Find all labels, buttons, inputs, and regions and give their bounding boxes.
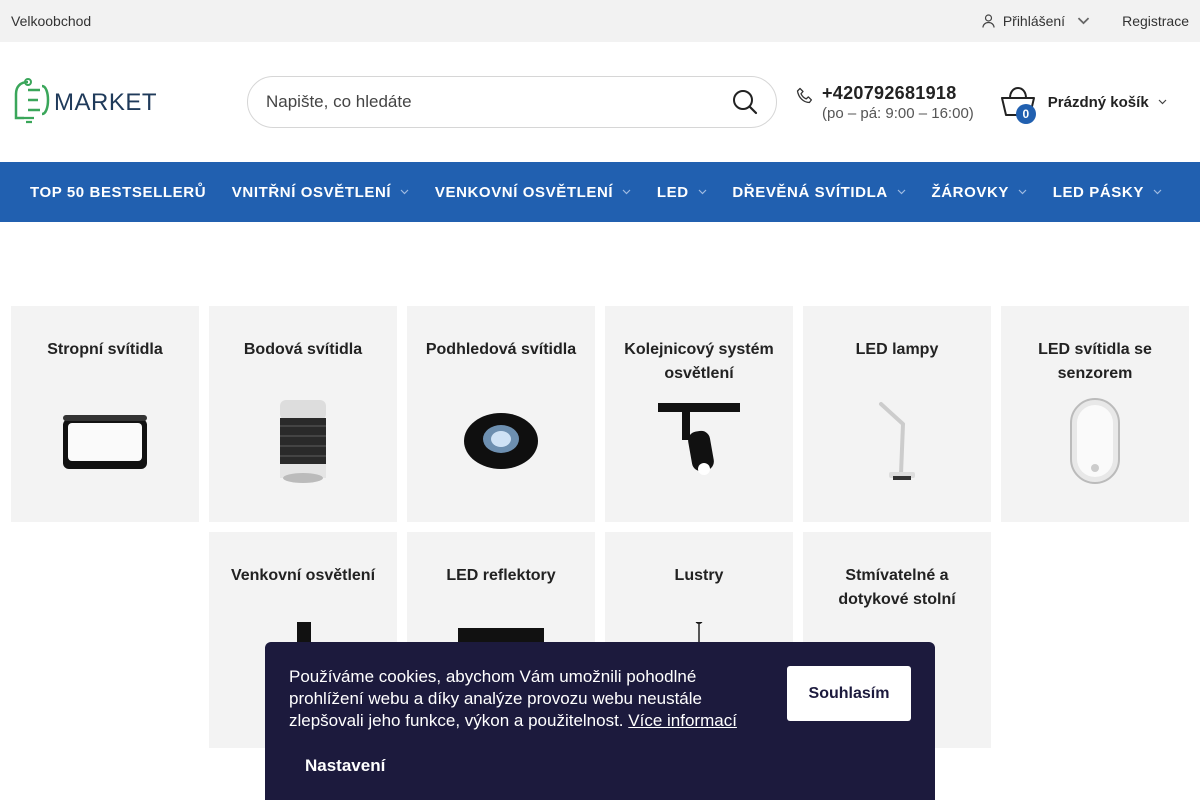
chevron-down-icon xyxy=(1153,189,1162,195)
category-title: Lustry xyxy=(674,567,724,584)
register-link[interactable]: Registrace xyxy=(1122,13,1189,29)
category-card-lamps[interactable]: LED lampy xyxy=(803,306,991,522)
category-title: LED svítidla se senzorem xyxy=(1038,341,1152,382)
cookie-settings-button[interactable]: Nastavení xyxy=(305,756,385,776)
chevron-down-icon xyxy=(400,189,409,195)
user-icon xyxy=(982,14,995,28)
category-title: Venkovní osvětlení xyxy=(230,567,376,584)
header: MARKET +420792681918 (po – pá: 9:00 – 16… xyxy=(0,42,1200,162)
nav-label: ŽÁROVKY xyxy=(931,183,1010,201)
category-title: LED lampy xyxy=(855,341,939,358)
chevron-down-icon xyxy=(897,189,906,195)
more-info-link[interactable]: Více informací xyxy=(628,711,737,730)
category-title: LED reflektory xyxy=(446,567,556,584)
nav-label: LED xyxy=(656,183,689,201)
sensor-light-icon xyxy=(1045,396,1145,486)
category-title: Kolejnicový systém osvětlení xyxy=(624,341,774,382)
nav-item-bulbs[interactable]: ŽÁROVKY xyxy=(931,184,1027,201)
chevron-down-icon xyxy=(622,189,631,195)
login-label: Přihlášení xyxy=(1002,13,1066,29)
svg-text:MARKET: MARKET xyxy=(54,89,157,116)
nav-item-top50[interactable]: TOP 50 BESTSELLERŮ xyxy=(30,184,206,201)
desk-lamp-icon xyxy=(847,396,947,486)
cookie-text: Používáme cookies, abychom Vám umožnili … xyxy=(289,666,767,732)
category-card-recessed[interactable]: Podhledová svítidla xyxy=(407,306,595,522)
category-title: Stropní svítidla xyxy=(47,341,163,358)
track-light-icon xyxy=(649,396,749,486)
category-card-ceiling[interactable]: Stropní svítidla xyxy=(11,306,199,522)
phone-number: +420792681918 xyxy=(822,82,957,103)
cart-count-badge: 0 xyxy=(1015,104,1036,124)
category-title: Bodová svítidla xyxy=(243,341,363,358)
nav-item-wooden[interactable]: DŘEVĚNÁ SVÍTIDLA xyxy=(732,183,906,201)
category-card-spot[interactable]: Bodová svítidla xyxy=(209,306,397,522)
nav-label: VENKOVNÍ OSVĚTLENÍ xyxy=(434,183,614,201)
wholesale-link[interactable]: Velkoobchod xyxy=(11,13,91,29)
login-dropdown[interactable]: Přihlášení xyxy=(982,13,1090,29)
top-bar: Velkoobchod Přihlášení Registrace xyxy=(0,0,1200,42)
category-title: Stmívatelné a dotykové stolní xyxy=(838,567,956,608)
cart[interactable]: 0 Prázdný košík xyxy=(1000,85,1167,124)
nav-item-led-strips[interactable]: LED PÁSKY xyxy=(1053,184,1162,201)
logo[interactable]: MARKET xyxy=(14,78,164,126)
nav-label: DŘEVĚNÁ SVÍTIDLA xyxy=(732,183,888,201)
nav-item-led[interactable]: LED xyxy=(657,184,707,201)
main-navigation: TOP 50 BESTSELLERŮ VNITŘNÍ OSVĚTLENÍ VEN… xyxy=(0,162,1200,222)
cart-label: Prázdný košík xyxy=(1047,93,1149,111)
spot-light-icon xyxy=(253,396,353,486)
accept-cookies-button[interactable]: Souhlasím xyxy=(787,666,911,721)
phone-icon xyxy=(796,87,813,103)
search-icon[interactable] xyxy=(732,89,758,115)
account-links: Přihlášení Registrace xyxy=(982,13,1189,29)
category-card-track[interactable]: Kolejnicový systém osvětlení xyxy=(605,306,793,522)
downlight-icon xyxy=(451,396,551,486)
category-card-sensor[interactable]: LED svítidla se senzorem xyxy=(1001,306,1189,522)
contact-phone[interactable]: +420792681918 (po – pá: 9:00 – 16:00) xyxy=(796,83,974,122)
nav-item-indoor[interactable]: VNITŘNÍ OSVĚTLENÍ xyxy=(232,184,409,201)
chevron-down-icon xyxy=(1158,99,1167,105)
ceiling-light-icon xyxy=(55,396,155,486)
chevron-down-icon xyxy=(698,189,707,195)
nav-label: LED PÁSKY xyxy=(1052,183,1144,201)
chevron-down-icon xyxy=(1077,17,1090,25)
chevron-down-icon xyxy=(1018,189,1027,195)
nav-label: TOP 50 BESTSELLERŮ xyxy=(30,183,207,201)
phone-hours: (po – pá: 9:00 – 16:00) xyxy=(822,104,974,122)
cookie-banner: Používáme cookies, abychom Vám umožnili … xyxy=(265,642,935,800)
nav-item-outdoor[interactable]: VENKOVNÍ OSVĚTLENÍ xyxy=(435,184,631,201)
search-input[interactable] xyxy=(266,92,686,112)
ledmarket-logo: MARKET xyxy=(14,78,157,124)
category-title: Podhledová svítidla xyxy=(425,341,577,358)
search-box xyxy=(247,76,777,128)
nav-label: VNITŘNÍ OSVĚTLENÍ xyxy=(231,183,392,201)
